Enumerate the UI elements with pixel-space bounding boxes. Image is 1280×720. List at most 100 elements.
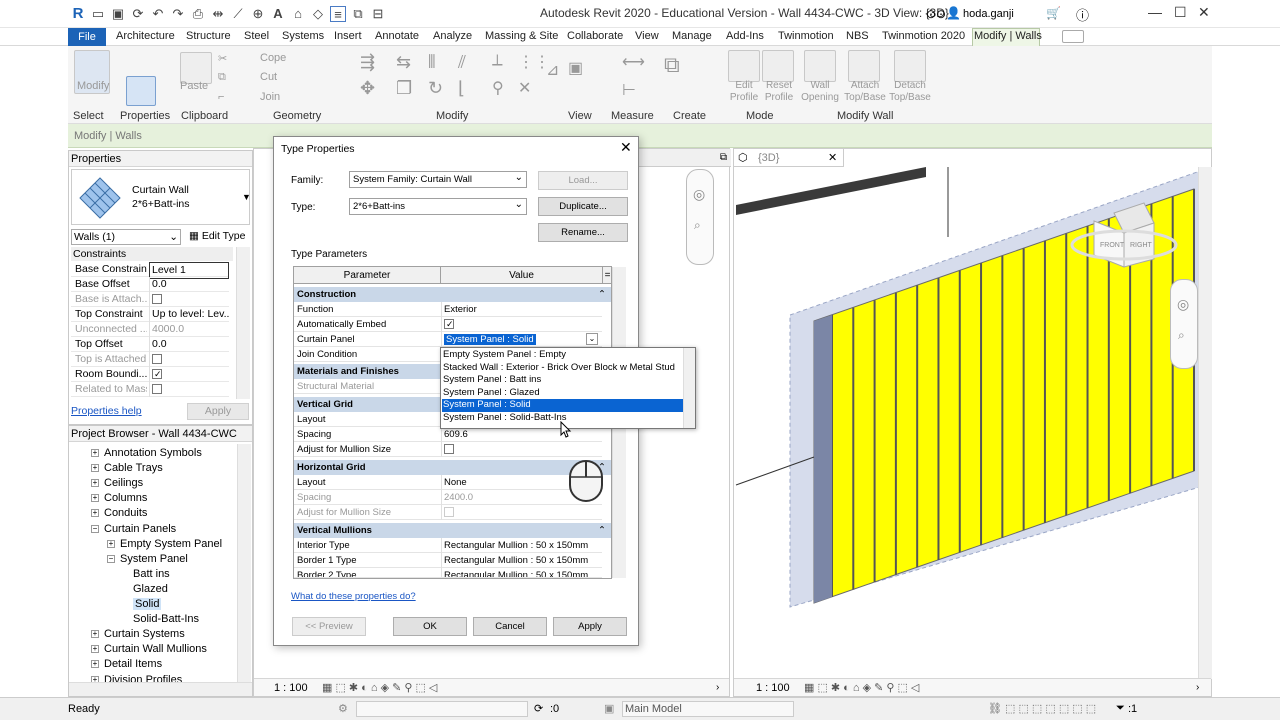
prop-row-base-constraint[interactable]: Base Constraint Level 1 — [71, 262, 229, 279]
tab-twinmotion-2020[interactable]: Twinmotion 2020 — [882, 30, 965, 42]
open-icon[interactable]: ▭ — [90, 6, 106, 22]
collapse-icon[interactable]: − — [91, 524, 99, 533]
mirror-draw-icon[interactable]: ⫽ — [458, 52, 466, 73]
row-h-spacing[interactable]: Spacing 2400.0 — [294, 490, 602, 505]
browser-item[interactable]: Solid — [133, 598, 162, 610]
pin-icon[interactable]: ⚲ — [492, 78, 504, 98]
match-icon[interactable]: ⌐ — [218, 91, 224, 103]
switch-windows-icon[interactable]: ⊟ — [370, 6, 386, 22]
expand-icon[interactable]: + — [107, 539, 115, 548]
browser-item[interactable]: + Annotation Symbols — [91, 447, 202, 459]
tab-structure[interactable]: Structure — [186, 30, 231, 42]
dimension-tool-icon[interactable]: ⊢ — [622, 80, 636, 100]
row-auto-embed[interactable]: Automatically Embed — [294, 317, 602, 332]
prop-row-unconnected[interactable]: Unconnected ... 4000.0 — [71, 322, 229, 337]
measure-tool-icon[interactable]: ⟷ — [622, 52, 645, 72]
wall-opening-button[interactable] — [804, 50, 836, 82]
browser-item[interactable]: + Empty System Panel — [107, 538, 222, 550]
tab-collaborate[interactable]: Collaborate — [567, 30, 623, 42]
browser-item[interactable]: + Cable Trays — [91, 462, 163, 474]
3d-navigation-bar[interactable]: ◎ ⌕ — [1170, 279, 1198, 369]
dropdown-option[interactable]: System Panel : Glazed — [442, 387, 683, 400]
dropdown-option[interactable]: Stacked Wall : Exterior - Brick Over Blo… — [442, 362, 683, 375]
row-interior-type[interactable]: Interior Type Rectangular Mullion : 50 x … — [294, 538, 602, 553]
duplicate-button[interactable]: Duplicate... — [538, 197, 628, 216]
expand-icon[interactable]: + — [91, 494, 99, 503]
edit-type-button[interactable]: ▦ Edit Type — [189, 230, 245, 242]
row-border1-type[interactable]: Border 1 Type Rectangular Mullion : 50 x … — [294, 553, 602, 568]
steering-wheel-icon[interactable]: ◎ — [693, 186, 705, 203]
expand-icon[interactable]: + — [91, 645, 99, 654]
browser-item[interactable]: + Ceilings — [91, 477, 143, 489]
browser-item[interactable]: + Detail Items — [91, 658, 162, 670]
row-h-layout[interactable]: Layout None — [294, 475, 602, 490]
3d-view-tab[interactable]: ⬡ {3D} ✕ — [734, 149, 844, 167]
browser-item[interactable]: − Curtain Panels — [91, 523, 176, 535]
tab-insert[interactable]: Insert — [334, 30, 362, 42]
param-value[interactable]: 609.6 — [441, 427, 601, 442]
copy-element-icon[interactable]: ❐ — [396, 78, 412, 99]
type-dropdown[interactable]: 2*6+Batt-ins — [349, 198, 527, 215]
sync-status-icon[interactable]: ⟳ — [534, 702, 543, 715]
prop-row-room-bounding[interactable]: Room Boundi... — [71, 367, 229, 382]
family-dropdown[interactable]: System Family: Curtain Wall — [349, 171, 527, 188]
ribbon-toggle-button[interactable] — [1062, 30, 1084, 43]
param-value[interactable]: Rectangular Mullion : 50 x 150mm — [441, 568, 601, 577]
prop-value[interactable] — [149, 352, 229, 367]
create-group-icon[interactable]: ⧉ — [664, 52, 710, 96]
filter-icon[interactable]: ⏷ — [1116, 702, 1125, 715]
row-border2-type[interactable]: Border 2 Type Rectangular Mullion : 50 x … — [294, 568, 602, 578]
text-icon[interactable]: A — [270, 6, 286, 22]
param-value[interactable] — [441, 317, 601, 332]
scroll-right-icon[interactable]: › — [1196, 679, 1199, 697]
col-value[interactable]: Value — [440, 267, 602, 284]
viewcube-right-label[interactable]: RIGHT — [1130, 242, 1153, 249]
dimension-icon[interactable]: ⟋ — [230, 6, 246, 22]
design-option-dropdown[interactable]: Main Model — [622, 701, 794, 717]
prop-value[interactable] — [149, 292, 229, 307]
cope-label[interactable]: Cope — [260, 52, 286, 64]
maximize-button[interactable]: ☐ — [1174, 4, 1187, 21]
collapse-icon[interactable]: − — [107, 554, 115, 563]
checkbox-icon[interactable] — [444, 444, 454, 455]
rename-button[interactable]: Rename... — [538, 223, 628, 242]
checkbox-icon[interactable] — [152, 384, 162, 395]
zoom-icon[interactable]: ⌕ — [694, 218, 701, 233]
navigation-bar[interactable]: ◎ ⌕ — [686, 169, 714, 265]
tab-annotate[interactable]: Annotate — [375, 30, 419, 42]
move-icon[interactable]: ✥ — [360, 78, 375, 99]
scale-icon[interactable]: ⊿ — [546, 60, 559, 80]
user-name[interactable]: hoda.ganji — [963, 8, 1014, 20]
curtain-panel-selected[interactable]: System Panel : Solid — [444, 334, 536, 345]
properties-scrollbar[interactable] — [236, 247, 250, 399]
attach-button[interactable] — [848, 50, 880, 82]
measure-icon[interactable]: ⇹ — [210, 6, 226, 22]
param-value[interactable]: Rectangular Mullion : 50 x 150mm — [441, 538, 601, 553]
offset-icon[interactable]: ⇆ — [396, 52, 411, 73]
prop-value[interactable] — [149, 382, 229, 397]
expand-icon[interactable]: + — [91, 464, 99, 473]
dropdown-option[interactable]: Empty System Panel : Empty — [442, 349, 683, 362]
workset-dropdown[interactable] — [356, 701, 528, 717]
scroll-right-icon[interactable]: › — [716, 679, 719, 697]
tab-manage[interactable]: Manage — [672, 30, 712, 42]
prop-value[interactable]: 0.0 — [149, 277, 229, 292]
restore-icon[interactable]: ⧉ — [720, 149, 727, 167]
help-icon[interactable]: ⓘ — [1076, 5, 1089, 24]
redo-icon[interactable]: ↷ — [170, 6, 186, 22]
expand-icon[interactable]: + — [91, 509, 99, 518]
checkbox-icon[interactable] — [152, 354, 162, 365]
properties-button[interactable] — [126, 76, 156, 106]
panel-select[interactable]: Select — [73, 110, 104, 122]
properties-help-link[interactable]: Properties help — [71, 405, 142, 417]
close-hidden-icon[interactable]: ⧉ — [350, 6, 366, 22]
undo-icon[interactable]: ↶ — [150, 6, 166, 22]
prop-row-base-offset[interactable]: Base Offset 0.0 — [71, 277, 229, 292]
mirror-icon[interactable]: ⫴ — [428, 52, 436, 73]
user-icon[interactable]: 👤 — [946, 6, 961, 20]
browser-item[interactable]: + Curtain Systems — [91, 628, 185, 640]
expand-icon[interactable]: + — [91, 660, 99, 669]
revit-logo-icon[interactable]: R — [70, 6, 86, 22]
3d-view-scrollbar[interactable] — [1198, 167, 1212, 679]
tab-analyze[interactable]: Analyze — [433, 30, 472, 42]
